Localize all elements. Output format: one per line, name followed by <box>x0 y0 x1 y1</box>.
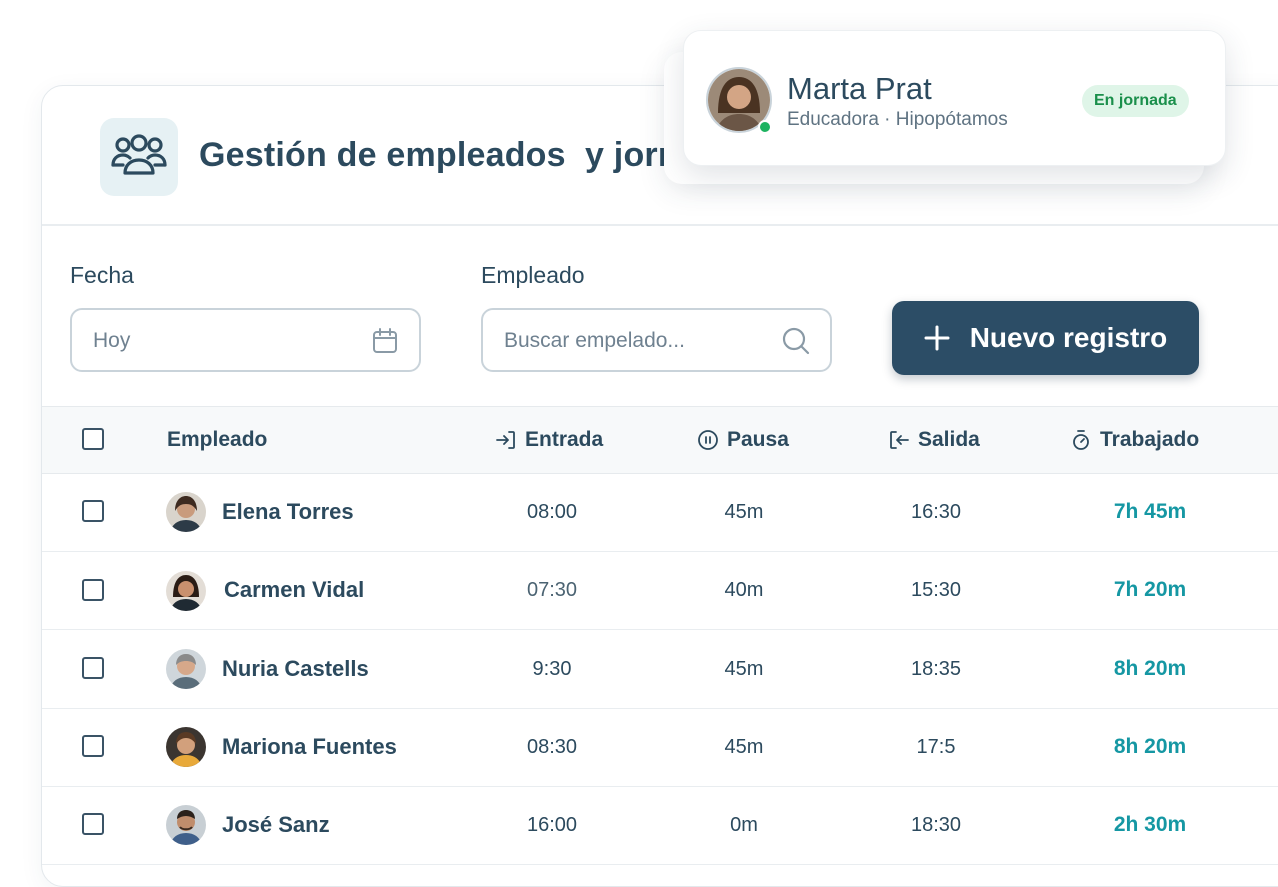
table-header: Empleado Entrada Pausa Salida Trabajado <box>42 406 1278 474</box>
avatar <box>166 571 206 611</box>
table-row[interactable]: José Sanz 16:00 0m 18:30 2h 30m <box>42 786 1278 865</box>
profile-card[interactable]: Marta Prat Educadora · Hipopótamos En jo… <box>683 30 1226 166</box>
row-checkbox[interactable] <box>82 657 104 679</box>
exit-time: 15:30 <box>910 578 962 601</box>
stopwatch-icon <box>1073 430 1089 450</box>
profile-name: Marta Prat <box>787 71 932 106</box>
profile-role: Educadora · Hipopótamos <box>787 109 1008 130</box>
table-row[interactable]: Mariona Fuentes 08:30 45m 17:5 8h 20m <box>42 708 1278 787</box>
entry-time: 08:30 <box>526 735 578 758</box>
col-entry[interactable]: Entrada <box>495 407 603 473</box>
employee-name: Nuria Castells <box>222 656 369 681</box>
employee-label: Empleado <box>481 262 585 288</box>
employee-name: José Sanz <box>222 812 330 837</box>
online-status-dot <box>758 120 772 134</box>
entry-time: 9:30 <box>532 657 572 680</box>
row-checkbox[interactable] <box>82 579 104 601</box>
sign-out-icon <box>890 431 909 449</box>
search-icon[interactable] <box>782 327 810 355</box>
plus-icon <box>924 325 950 351</box>
exit-time: 18:30 <box>910 813 962 836</box>
table-row[interactable]: Elena Torres 08:00 45m 16:30 7h 45m <box>42 473 1278 552</box>
employee-name: Carmen Vidal <box>224 577 365 602</box>
entry-time: 16:00 <box>526 813 578 836</box>
worked-time: 7h 20m <box>1113 578 1187 601</box>
col-exit[interactable]: Salida <box>888 407 980 473</box>
employee-name: Mariona Fuentes <box>222 734 397 759</box>
date-input[interactable] <box>91 310 355 372</box>
avatar <box>166 727 206 767</box>
table-row[interactable]: Carmen Vidal 07:30 40m 15:30 7h 20m <box>42 551 1278 630</box>
worked-time: 8h 20m <box>1113 657 1187 680</box>
main-panel: Gestión de empleados y jornadas Fecha Em… <box>41 85 1278 887</box>
avatar <box>166 492 206 532</box>
new-record-label: Nuevo registro <box>969 322 1168 353</box>
row-checkbox[interactable] <box>82 813 104 835</box>
employee-search-field[interactable] <box>481 308 832 372</box>
employee-name: Elena Torres <box>222 499 354 524</box>
status-badge: En jornada <box>1082 85 1189 117</box>
date-field[interactable] <box>70 308 421 372</box>
date-label: Fecha <box>70 262 134 288</box>
exit-time: 18:35 <box>910 657 962 680</box>
row-checkbox[interactable] <box>82 500 104 522</box>
entry-time: 08:00 <box>526 500 578 523</box>
exit-time: 17:5 <box>916 735 956 758</box>
worked-time: 7h 45m <box>1113 500 1187 523</box>
row-checkbox[interactable] <box>82 735 104 757</box>
sign-in-icon <box>496 431 515 449</box>
avatar <box>166 805 206 845</box>
pause-icon <box>698 430 718 450</box>
col-employee[interactable]: Empleado <box>167 407 267 473</box>
pause-duration: 40m <box>724 578 764 601</box>
select-all-checkbox[interactable] <box>82 428 104 450</box>
col-pause[interactable]: Pausa <box>697 407 789 473</box>
pause-duration: 45m <box>724 657 764 680</box>
table-row[interactable]: Nuria Castells 9:30 45m 18:35 8h 20m <box>42 630 1278 709</box>
exit-time: 16:30 <box>910 500 962 523</box>
worked-time: 2h 30m <box>1113 813 1187 836</box>
users-group-icon <box>100 118 178 196</box>
pause-duration: 45m <box>724 500 764 523</box>
calendar-icon[interactable] <box>371 327 399 355</box>
pause-duration: 0m <box>730 813 758 836</box>
entry-time: 07:30 <box>526 578 578 601</box>
pause-duration: 45m <box>724 735 764 758</box>
new-record-button[interactable]: Nuevo registro <box>892 301 1199 375</box>
col-worked[interactable]: Trabajado <box>1070 407 1199 473</box>
employee-search-input[interactable] <box>502 310 766 372</box>
worked-time: 8h 20m <box>1113 735 1187 758</box>
avatar <box>166 649 206 689</box>
